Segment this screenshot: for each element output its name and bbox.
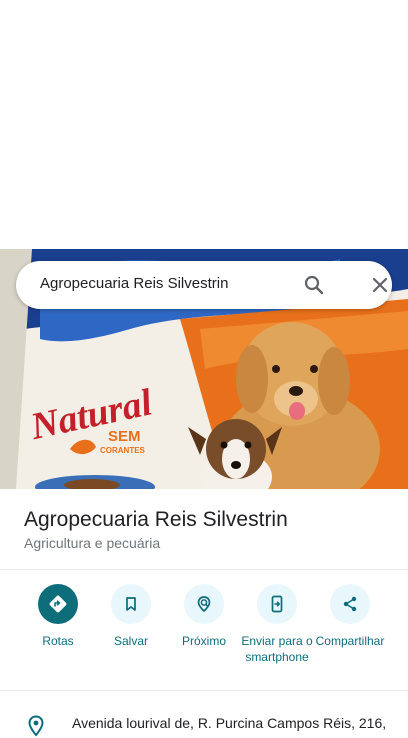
share-button[interactable]: Compartilhar xyxy=(307,584,393,649)
send-to-phone-icon xyxy=(257,584,297,624)
share-icon xyxy=(330,584,370,624)
nearby-icon xyxy=(184,584,224,624)
location-pin-icon xyxy=(26,715,46,737)
directions-icon xyxy=(38,584,78,624)
close-icon[interactable] xyxy=(368,273,392,297)
search-bar[interactable]: Agropecuaria Reis Silvestrin xyxy=(16,261,392,309)
packaging-text-sem: SEM xyxy=(108,428,141,445)
map-blank-area xyxy=(0,0,408,249)
divider xyxy=(0,690,408,691)
search-icon[interactable] xyxy=(302,273,326,297)
place-title: Agropecuaria Reis Silvestrin xyxy=(24,508,288,531)
packaging-text-corantes: CORANTES xyxy=(100,446,146,455)
share-label: Compartilhar xyxy=(315,634,385,648)
bookmark-icon xyxy=(111,584,151,624)
search-input[interactable]: Agropecuaria Reis Silvestrin xyxy=(40,275,228,292)
place-category[interactable]: Agricultura e pecuária xyxy=(24,535,160,551)
address-text[interactable]: Avenida lourival de, R. Purcina Campos R… xyxy=(72,715,386,731)
divider xyxy=(0,569,408,570)
